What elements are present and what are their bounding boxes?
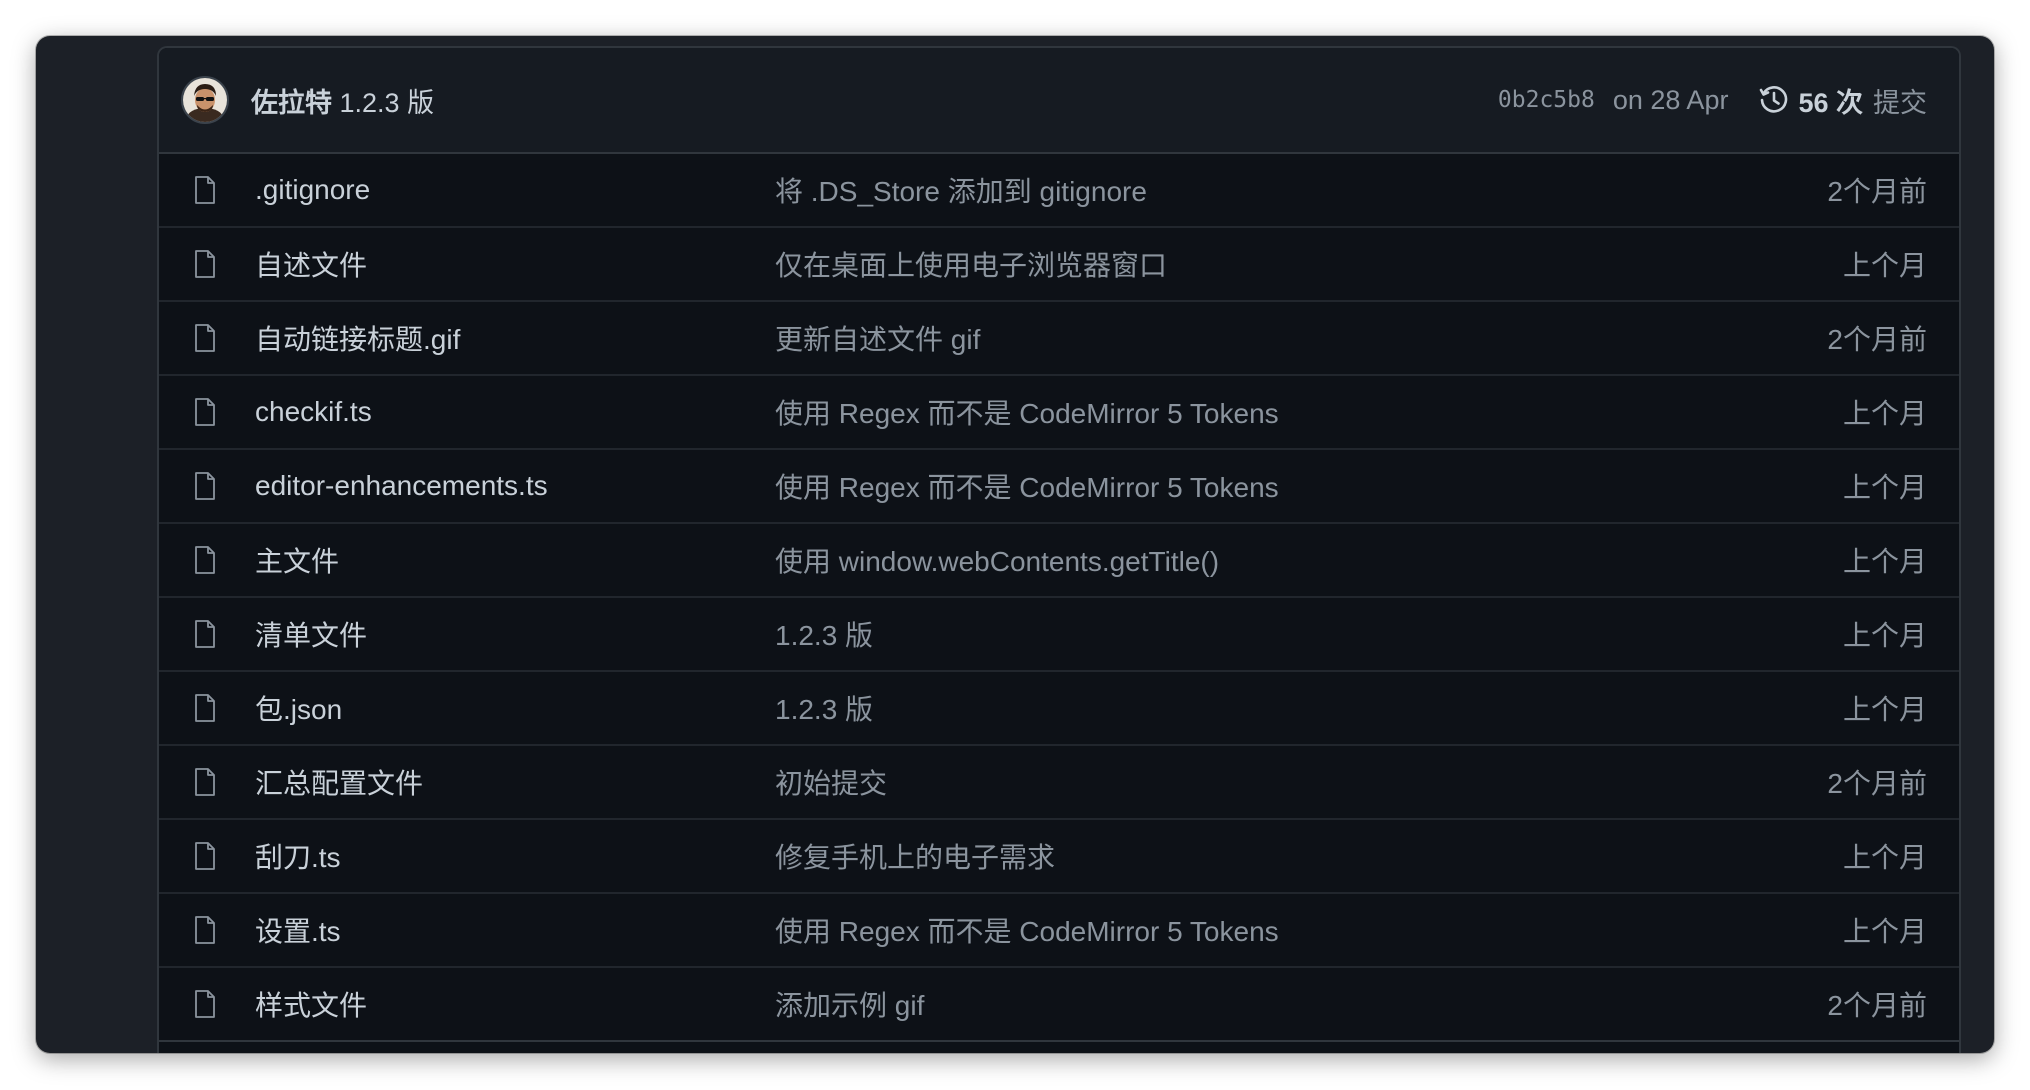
- file-row[interactable]: 样式文件 添加示例 gif 2个月前: [159, 968, 1959, 1042]
- file-commit-age: 上个月: [1842, 694, 1927, 725]
- file-icon: [195, 990, 215, 1018]
- file-row[interactable]: 设置.ts 使用 Regex 而不是 CodeMirror 5 Tokens 上…: [159, 894, 1959, 968]
- file-commit-message[interactable]: 更新自述文件 gif: [775, 318, 1827, 358]
- file-row[interactable]: checkif.ts 使用 Regex 而不是 CodeMirror 5 Tok…: [159, 376, 1959, 450]
- file-name[interactable]: checkif.ts: [255, 396, 775, 428]
- file-name[interactable]: 主文件: [255, 540, 775, 580]
- file-commit-age: 上个月: [1842, 546, 1927, 577]
- file-commit-message[interactable]: 将 .DS_Store 添加到 gitignore: [775, 170, 1827, 210]
- file-icon: [195, 472, 215, 500]
- file-commit-message[interactable]: 修复手机上的电子需求: [775, 836, 1843, 876]
- latest-commit-bar: 佐拉特 1.2.3 版 0b2c5b8 on 28 Apr 56 次 提交: [159, 48, 1959, 154]
- file-icon: [195, 694, 215, 722]
- commit-date: on 28 Apr: [1612, 84, 1729, 115]
- file-name[interactable]: 汇总配置文件: [255, 762, 775, 802]
- file-commit-age: 2个月前: [1827, 176, 1927, 207]
- user-avatar-icon: [183, 78, 227, 122]
- file-row[interactable]: 包.json 1.2.3 版 上个月: [159, 672, 1959, 746]
- file-name[interactable]: 自述文件: [255, 244, 775, 284]
- file-row[interactable]: 自动链接标题.gif 更新自述文件 gif 2个月前: [159, 302, 1959, 376]
- file-commit-message[interactable]: 1.2.3 版: [775, 614, 1843, 654]
- author-avatar[interactable]: [181, 76, 229, 124]
- file-commit-message[interactable]: 1.2.3 版: [775, 688, 1843, 728]
- file-icon: [195, 916, 215, 944]
- file-icon: [195, 842, 215, 870]
- file-name[interactable]: 清单文件: [255, 614, 775, 654]
- file-commit-message[interactable]: 仅在桌面上使用电子浏览器窗口: [775, 244, 1843, 284]
- file-icon: [195, 176, 215, 204]
- commit-title[interactable]: 1.2.3 版: [340, 88, 435, 118]
- file-list: .gitignore 将 .DS_Store 添加到 gitignore 2个月…: [159, 154, 1959, 1042]
- commit-label[interactable]: 提交: [1873, 81, 1927, 120]
- file-commit-age: 2个月前: [1827, 990, 1927, 1021]
- file-row[interactable]: 清单文件 1.2.3 版 上个月: [159, 598, 1959, 672]
- file-name[interactable]: .gitignore: [255, 174, 775, 206]
- file-commit-message[interactable]: 初始提交: [775, 762, 1827, 802]
- latest-commit-message[interactable]: 佐拉特 1.2.3 版: [251, 81, 434, 120]
- file-name[interactable]: 设置.ts: [255, 910, 775, 950]
- file-commit-message[interactable]: 使用 Regex 而不是 CodeMirror 5 Tokens: [775, 466, 1843, 506]
- commit-author[interactable]: 佐拉特: [251, 88, 332, 118]
- file-row[interactable]: editor-enhancements.ts 使用 Regex 而不是 Code…: [159, 450, 1959, 524]
- file-row[interactable]: 主文件 使用 window.webContents.getTitle() 上个月: [159, 524, 1959, 598]
- file-commit-age: 上个月: [1842, 250, 1927, 281]
- app-window: 佐拉特 1.2.3 版 0b2c5b8 on 28 Apr 56 次 提交 .g…: [36, 36, 1994, 1053]
- file-commit-age: 上个月: [1842, 842, 1927, 873]
- file-commit-message[interactable]: 使用 Regex 而不是 CodeMirror 5 Tokens: [775, 910, 1843, 950]
- file-name[interactable]: 自动链接标题.gif: [255, 318, 775, 358]
- file-commit-message[interactable]: 使用 window.webContents.getTitle(): [775, 540, 1843, 580]
- history-icon: [1760, 86, 1788, 113]
- file-name[interactable]: 样式文件: [255, 984, 775, 1024]
- file-commit-age: 上个月: [1842, 916, 1927, 947]
- commit-count[interactable]: 56 次: [1798, 81, 1863, 120]
- file-commit-age: 上个月: [1842, 620, 1927, 651]
- file-name[interactable]: 刮刀.ts: [255, 836, 775, 876]
- file-icon: [195, 398, 215, 426]
- file-row[interactable]: 自述文件 仅在桌面上使用电子浏览器窗口 上个月: [159, 228, 1959, 302]
- file-commit-age: 上个月: [1842, 472, 1927, 503]
- file-row[interactable]: 刮刀.ts 修复手机上的电子需求 上个月: [159, 820, 1959, 894]
- file-name[interactable]: 包.json: [255, 688, 775, 728]
- file-icon: [195, 768, 215, 796]
- file-icon: [195, 324, 215, 352]
- file-icon: [195, 620, 215, 648]
- file-icon: [195, 546, 215, 574]
- file-commit-message[interactable]: 使用 Regex 而不是 CodeMirror 5 Tokens: [775, 392, 1843, 432]
- file-row[interactable]: .gitignore 将 .DS_Store 添加到 gitignore 2个月…: [159, 154, 1959, 228]
- commit-history-link[interactable]: 56 次 提交: [1758, 81, 1927, 120]
- file-commit-age: 2个月前: [1827, 324, 1927, 355]
- file-icon: [195, 250, 215, 278]
- file-browser: 佐拉特 1.2.3 版 0b2c5b8 on 28 Apr 56 次 提交 .g…: [157, 46, 1961, 1053]
- commit-sha[interactable]: 0b2c5b8: [1498, 87, 1595, 113]
- file-commit-age: 2个月前: [1827, 768, 1927, 799]
- file-name[interactable]: editor-enhancements.ts: [255, 470, 775, 502]
- file-commit-message[interactable]: 添加示例 gif: [775, 984, 1827, 1024]
- file-commit-age: 上个月: [1842, 398, 1927, 429]
- file-row[interactable]: 汇总配置文件 初始提交 2个月前: [159, 746, 1959, 820]
